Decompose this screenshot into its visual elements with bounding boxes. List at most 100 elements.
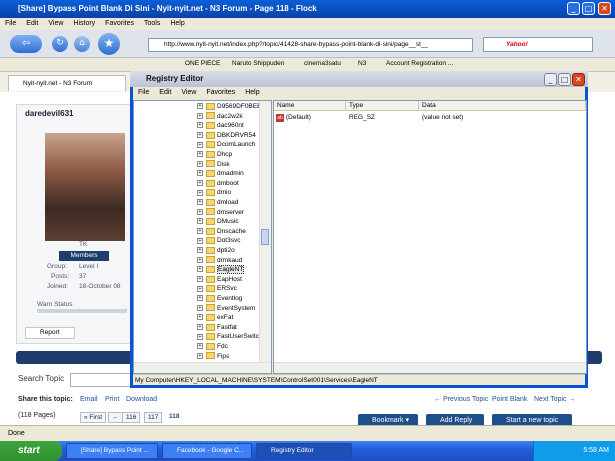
expand-icon[interactable]: + bbox=[197, 228, 203, 235]
expand-icon[interactable]: + bbox=[197, 103, 203, 110]
pager-page-117[interactable]: 117 bbox=[144, 412, 163, 423]
favorite-star-icon[interactable]: ★ bbox=[98, 33, 120, 55]
expand-icon[interactable]: + bbox=[197, 132, 203, 139]
expand-icon[interactable]: + bbox=[197, 247, 203, 254]
tree-node[interactable]: + ERSvc bbox=[197, 284, 237, 293]
tree-node[interactable]: + drmkaud bbox=[197, 256, 242, 265]
reg-menu-help[interactable]: Help bbox=[240, 87, 264, 99]
tree-node[interactable]: + exFat bbox=[197, 313, 233, 322]
search-input[interactable]: Yahoo! bbox=[483, 37, 593, 52]
reg-menu-file[interactable]: File bbox=[133, 87, 154, 99]
expand-icon[interactable]: + bbox=[197, 112, 203, 119]
task-registry-editor[interactable]: Registry Editor bbox=[256, 443, 352, 459]
next-topic-link[interactable]: Next Topic → bbox=[534, 396, 576, 403]
expand-icon[interactable]: + bbox=[197, 237, 203, 244]
menu-edit[interactable]: Edit bbox=[21, 18, 43, 30]
tree-node[interactable]: + Fastfat bbox=[197, 323, 237, 332]
expand-icon[interactable]: + bbox=[197, 199, 203, 206]
tree-node[interactable]: + FastUserSwitc bbox=[197, 332, 259, 341]
expand-icon[interactable]: + bbox=[197, 141, 203, 148]
menu-favorites[interactable]: Favorites bbox=[100, 18, 139, 30]
expand-icon[interactable]: + bbox=[197, 170, 203, 177]
tree-node[interactable]: + D9569DF0BEEF bbox=[197, 102, 265, 111]
tree-vertical-scrollbar[interactable] bbox=[259, 101, 271, 373]
maximize-button[interactable]: □ bbox=[582, 2, 595, 15]
reg-minimize-button[interactable]: _ bbox=[544, 73, 557, 86]
tree-node[interactable]: + DcomLaunch bbox=[197, 140, 255, 149]
back-button[interactable]: ⇦ bbox=[10, 35, 42, 53]
expand-icon[interactable]: + bbox=[197, 218, 203, 225]
start-button[interactable]: start bbox=[0, 441, 62, 461]
report-button[interactable]: Report bbox=[25, 327, 75, 339]
expand-icon[interactable]: + bbox=[197, 324, 203, 331]
tree-node[interactable]: + DBKDRVR54 bbox=[197, 131, 256, 140]
col-data[interactable]: Data bbox=[419, 101, 586, 111]
tree-node[interactable]: + dpti2o bbox=[197, 246, 235, 255]
menu-help[interactable]: Help bbox=[165, 18, 189, 30]
value-row[interactable]: ab (Default) REG_SZ (value not set) bbox=[276, 113, 576, 123]
tree-node[interactable]: + Fips bbox=[197, 352, 229, 361]
tree-node[interactable]: + dmio bbox=[197, 188, 231, 197]
tree-node[interactable]: + Dhcp bbox=[197, 150, 232, 159]
reg-maximize-button[interactable]: □ bbox=[558, 73, 571, 86]
pager-prev[interactable]: ← bbox=[108, 412, 123, 423]
tree-horizontal-scrollbar[interactable] bbox=[134, 362, 271, 373]
tab-forum[interactable]: Nyit-nyit.net - N3 Forum bbox=[8, 75, 126, 91]
tree-node[interactable]: + Dot3svc bbox=[197, 236, 240, 245]
pager-page-116[interactable]: 116 bbox=[122, 412, 141, 423]
share-download-link[interactable]: Download bbox=[126, 396, 157, 403]
share-print-link[interactable]: Print bbox=[105, 396, 119, 403]
expand-icon[interactable]: + bbox=[197, 266, 203, 273]
close-button[interactable]: ✕ bbox=[598, 2, 611, 15]
bookmark-account-registration[interactable]: Account Registration ... bbox=[386, 60, 453, 67]
menu-history[interactable]: History bbox=[68, 18, 100, 30]
previous-topic-link[interactable]: ← Previous Topic bbox=[434, 396, 488, 403]
tree-node[interactable]: + dac2w2k bbox=[197, 112, 243, 121]
expand-icon[interactable]: + bbox=[197, 151, 203, 158]
registry-tree[interactable]: + D9569DF0BEEF + dac2w2k + dac960nt + DBKDRVR54… bbox=[133, 100, 272, 374]
tree-node[interactable]: + EagleNT bbox=[197, 265, 245, 275]
address-bar[interactable]: http://www.nyit-nyit.net/index.php?/topi… bbox=[148, 38, 473, 52]
tree-node[interactable]: + Disk bbox=[197, 160, 230, 169]
expand-icon[interactable]: + bbox=[197, 276, 203, 283]
tree-node[interactable]: + EventSystem bbox=[197, 304, 255, 313]
tree-node[interactable]: + DMusic bbox=[197, 217, 239, 226]
reg-menu-edit[interactable]: Edit bbox=[154, 87, 176, 99]
tree-node[interactable]: + Eventlog bbox=[197, 294, 242, 303]
expand-icon[interactable]: + bbox=[197, 343, 203, 350]
task-forum[interactable]: [Share] Bypass Point ... bbox=[66, 443, 158, 459]
tree-node[interactable]: + dmboot bbox=[197, 179, 239, 188]
expand-icon[interactable]: + bbox=[197, 304, 203, 311]
tree-node[interactable]: + dmadmin bbox=[197, 169, 244, 178]
expand-icon[interactable]: + bbox=[197, 180, 203, 187]
reg-menu-view[interactable]: View bbox=[176, 87, 201, 99]
pager-first[interactable]: « First bbox=[80, 412, 107, 423]
tree-scroll-thumb[interactable] bbox=[261, 229, 269, 245]
category-link[interactable]: Point Blank bbox=[492, 396, 527, 403]
tree-node[interactable]: + dmserver bbox=[197, 208, 244, 217]
expand-icon[interactable]: + bbox=[197, 122, 203, 129]
expand-icon[interactable]: + bbox=[197, 285, 203, 292]
expand-icon[interactable]: + bbox=[197, 295, 203, 302]
registry-values-list[interactable]: Name Type Data ab (Default) REG_SZ (valu… bbox=[273, 100, 587, 374]
menu-tools[interactable]: Tools bbox=[139, 18, 165, 30]
bookmark-naruto[interactable]: Naruto Shippuden bbox=[232, 60, 284, 67]
tree-node[interactable]: + dmload bbox=[197, 198, 238, 207]
expand-icon[interactable]: + bbox=[197, 208, 203, 215]
col-type[interactable]: Type bbox=[346, 101, 419, 111]
menu-view[interactable]: View bbox=[43, 18, 68, 30]
task-facebook[interactable]: Facebook - Google C... bbox=[162, 443, 252, 459]
tree-node[interactable]: + Fdc bbox=[197, 342, 228, 351]
share-email-link[interactable]: Email bbox=[80, 396, 98, 403]
bookmark-cinema3satu[interactable]: cinema3satu bbox=[304, 60, 341, 67]
menu-file[interactable]: File bbox=[0, 18, 21, 30]
username-link[interactable]: daredevil631 bbox=[25, 109, 73, 118]
expand-icon[interactable]: + bbox=[197, 160, 203, 167]
expand-icon[interactable]: + bbox=[197, 189, 203, 196]
expand-icon[interactable]: + bbox=[197, 352, 203, 359]
tree-node[interactable]: + dac960nt bbox=[197, 121, 244, 130]
tree-node[interactable]: + EapHost bbox=[197, 275, 242, 284]
expand-icon[interactable]: + bbox=[197, 256, 203, 263]
values-horizontal-scrollbar[interactable] bbox=[274, 362, 586, 373]
minimize-button[interactable]: _ bbox=[567, 2, 580, 15]
